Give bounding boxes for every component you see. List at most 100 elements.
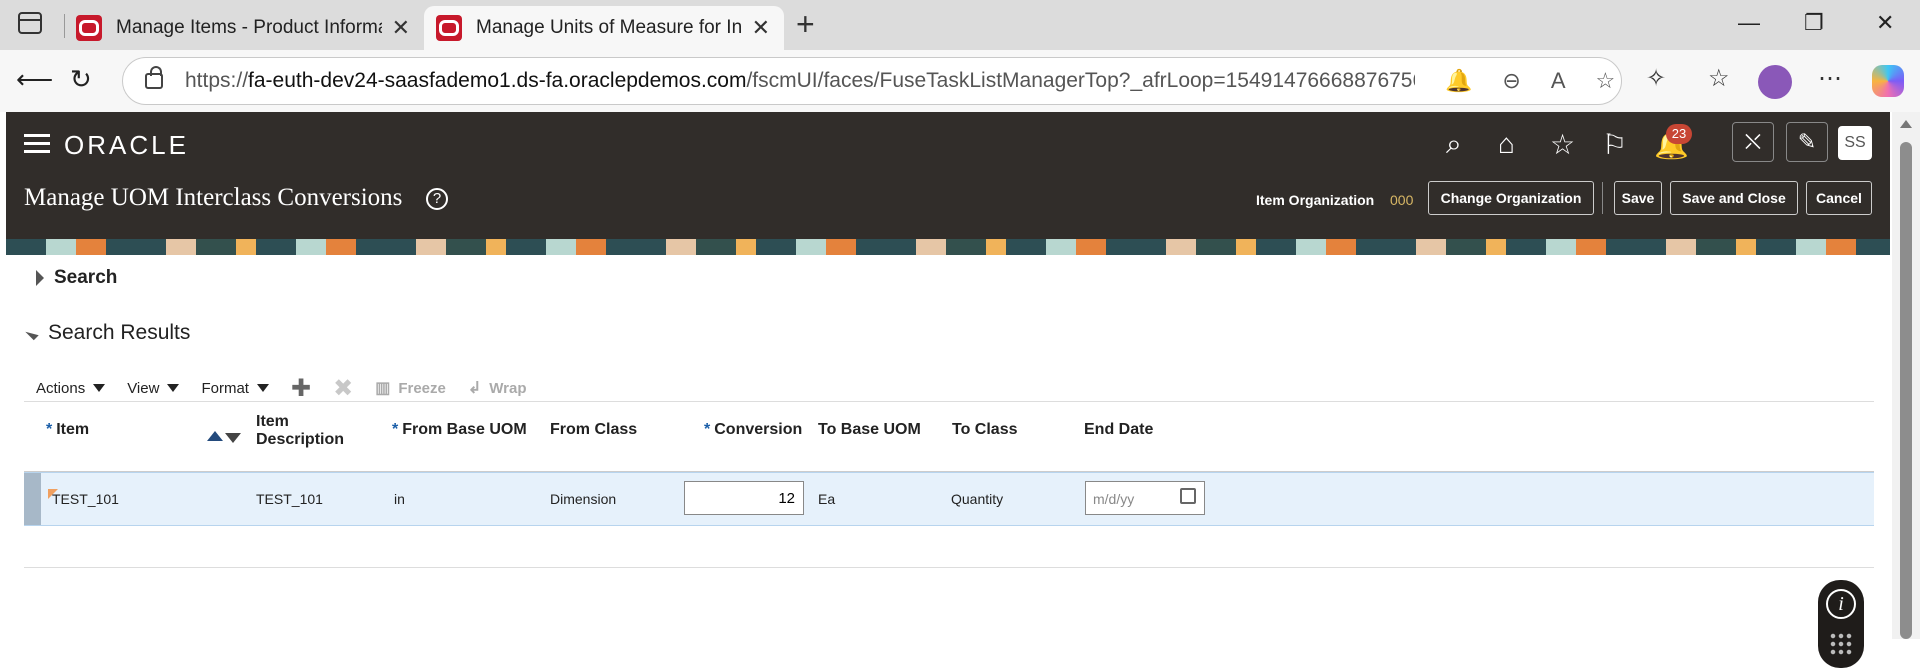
restore-icon[interactable]: ❐ bbox=[1804, 10, 1824, 36]
column-header-end-date[interactable]: End Date bbox=[1084, 421, 1153, 439]
notification-permission-icon[interactable]: 🔔 bbox=[1445, 68, 1472, 94]
url-text[interactable]: https://fa-euth-dev24-saasfademo1.ds-fa.… bbox=[185, 69, 1415, 93]
oracle-app: ORACLE ⌕ ⌂ ☆ ⚐ 🔔 23 ⛌ ✎ SS Manage UOM In… bbox=[6, 112, 1890, 668]
collapse-triangle-icon bbox=[25, 326, 39, 340]
add-row-icon[interactable]: ✚ bbox=[291, 374, 311, 403]
required-asterisk: * bbox=[704, 421, 711, 438]
row-selector[interactable] bbox=[24, 473, 41, 525]
read-aloud-icon[interactable]: A bbox=[1551, 68, 1566, 94]
column-header-to-base-uom[interactable]: To Base UOM bbox=[818, 421, 921, 439]
actions-label: Actions bbox=[36, 379, 86, 397]
tab-title: Manage Items - Product Informat bbox=[116, 17, 382, 38]
user-avatar[interactable]: SS bbox=[1838, 126, 1872, 160]
expand-triangle-icon bbox=[36, 270, 44, 286]
change-organization-button[interactable]: Change Organization bbox=[1428, 181, 1594, 215]
calendar-icon[interactable] bbox=[1180, 488, 1196, 504]
format-label: Format bbox=[201, 379, 249, 397]
cell-item-description: TEST_101 bbox=[256, 491, 323, 507]
actions-menu[interactable]: Actions bbox=[36, 379, 106, 397]
help-icon[interactable]: ? bbox=[426, 188, 448, 210]
page-scrollbar[interactable] bbox=[1892, 112, 1920, 639]
cell-to-class: Quantity bbox=[951, 491, 1004, 507]
more-icon[interactable]: ⋯ bbox=[1818, 64, 1842, 93]
column-header-label: From Base UOM bbox=[402, 421, 527, 438]
search-results-header[interactable]: Search Results bbox=[25, 321, 190, 345]
close-tab-icon[interactable]: ✕ bbox=[752, 15, 770, 41]
cell-to-base-uom: Ea bbox=[818, 491, 836, 507]
column-header-item-description[interactable]: Item Description bbox=[256, 413, 344, 449]
format-menu[interactable]: Format bbox=[201, 380, 269, 397]
freeze-button[interactable]: ▥ Freeze bbox=[375, 378, 446, 398]
column-header-label: Item bbox=[256, 413, 289, 430]
oracle-logo[interactable]: ORACLE bbox=[64, 130, 189, 161]
tab-manage-uom[interactable]: Manage Units of Measure for Inte ✕ bbox=[424, 6, 784, 50]
required-asterisk: * bbox=[392, 421, 399, 438]
copilot-icon[interactable] bbox=[1872, 65, 1904, 97]
cell-item: TEST_101 bbox=[52, 491, 119, 507]
delete-row-icon[interactable]: ✖ bbox=[333, 374, 353, 403]
end-date-input[interactable]: m/d/yy bbox=[1085, 481, 1205, 515]
extensions-icon[interactable]: ✧ bbox=[1646, 64, 1666, 93]
column-header-from-class[interactable]: From Class bbox=[550, 421, 637, 439]
refresh-icon[interactable]: ↻ bbox=[70, 64, 92, 95]
column-header-item[interactable]: * Item bbox=[46, 421, 89, 439]
dial-pad-icon[interactable] bbox=[1829, 632, 1853, 656]
table-bottom-border bbox=[24, 567, 1874, 568]
sort-ascending-icon[interactable] bbox=[207, 431, 223, 441]
column-header-label: To Class bbox=[952, 421, 1018, 438]
page-title: Manage UOM Interclass Conversions bbox=[24, 184, 403, 211]
search-icon[interactable]: ⌕ bbox=[1446, 128, 1462, 161]
save-and-close-button[interactable]: Save and Close bbox=[1670, 181, 1798, 215]
save-button[interactable]: Save bbox=[1614, 181, 1662, 215]
tab-title: Manage Units of Measure for Inte bbox=[476, 17, 742, 38]
notification-count-badge: 23 bbox=[1666, 124, 1692, 144]
scroll-up-icon[interactable] bbox=[1900, 120, 1912, 128]
column-header-conversion[interactable]: * Conversion bbox=[704, 421, 802, 439]
scrollbar-thumb[interactable] bbox=[1900, 142, 1912, 639]
conversion-input[interactable]: 12 bbox=[684, 481, 804, 515]
search-section-header[interactable]: Search bbox=[36, 267, 117, 289]
close-tab-icon[interactable]: ✕ bbox=[392, 15, 410, 41]
cell-from-class: Dimension bbox=[550, 491, 617, 507]
item-organization-value: 000 bbox=[1390, 192, 1414, 208]
floating-assist-bar: i bbox=[1818, 580, 1864, 668]
settings-tool-icon[interactable]: ✎ bbox=[1786, 122, 1828, 162]
sort-descending-icon[interactable] bbox=[225, 433, 241, 443]
favorites-icon[interactable]: ☆ bbox=[1708, 64, 1730, 93]
view-menu[interactable]: View bbox=[127, 380, 180, 397]
required-asterisk: * bbox=[46, 421, 53, 438]
back-icon[interactable]: ⟵ bbox=[16, 64, 53, 95]
cell-from-base-uom: in bbox=[394, 491, 405, 507]
favorite-star-icon[interactable]: ☆ bbox=[1596, 68, 1616, 94]
tab-manage-items[interactable]: Manage Items - Product Informat ✕ bbox=[64, 6, 424, 50]
column-header-label: Conversion bbox=[714, 421, 803, 438]
wrap-label: Wrap bbox=[489, 379, 527, 397]
info-icon[interactable]: i bbox=[1826, 589, 1856, 619]
wrap-button[interactable]: ↲ Wrap bbox=[468, 378, 527, 398]
window-close-icon[interactable]: ✕ bbox=[1876, 10, 1894, 36]
cancel-button[interactable]: Cancel bbox=[1806, 181, 1872, 215]
favorites-star-icon[interactable]: ☆ bbox=[1550, 128, 1575, 161]
app-header: ORACLE ⌕ ⌂ ☆ ⚐ 🔔 23 ⛌ ✎ SS Manage UOM In… bbox=[6, 112, 1890, 255]
lock-icon[interactable] bbox=[145, 66, 163, 89]
zoom-out-icon[interactable]: ⊖ bbox=[1502, 68, 1520, 94]
column-header-from-base-uom[interactable]: * From Base UOM bbox=[392, 421, 527, 439]
caret-down-icon bbox=[93, 384, 106, 392]
new-tab-icon[interactable]: + bbox=[796, 6, 815, 43]
column-header-to-class[interactable]: To Class bbox=[952, 421, 1018, 439]
table-top-border bbox=[24, 401, 1874, 402]
caret-down-icon bbox=[167, 384, 180, 392]
watchlist-flag-icon[interactable]: ⚐ bbox=[1602, 128, 1627, 161]
table-row[interactable]: TEST_101 TEST_101 in Dimension 12 Ea Qua… bbox=[24, 472, 1874, 526]
profile-avatar[interactable] bbox=[1758, 65, 1792, 99]
accessibility-user-icon[interactable]: ⛌ bbox=[1732, 122, 1774, 162]
minimize-icon[interactable]: — bbox=[1738, 10, 1760, 36]
column-header-label: To Base UOM bbox=[818, 421, 921, 438]
address-bar[interactable]: https://fa-euth-dev24-saasfademo1.ds-fa.… bbox=[122, 57, 1622, 105]
tab-actions-icon[interactable] bbox=[18, 12, 42, 34]
oracle-favicon-icon bbox=[76, 15, 102, 41]
results-toolbar: Actions View Format ✚ ✖ ▥ Freeze ↲ Wrap bbox=[36, 374, 548, 402]
menu-icon[interactable] bbox=[24, 134, 50, 154]
home-icon[interactable]: ⌂ bbox=[1498, 128, 1515, 160]
decorative-banner bbox=[6, 239, 1890, 255]
